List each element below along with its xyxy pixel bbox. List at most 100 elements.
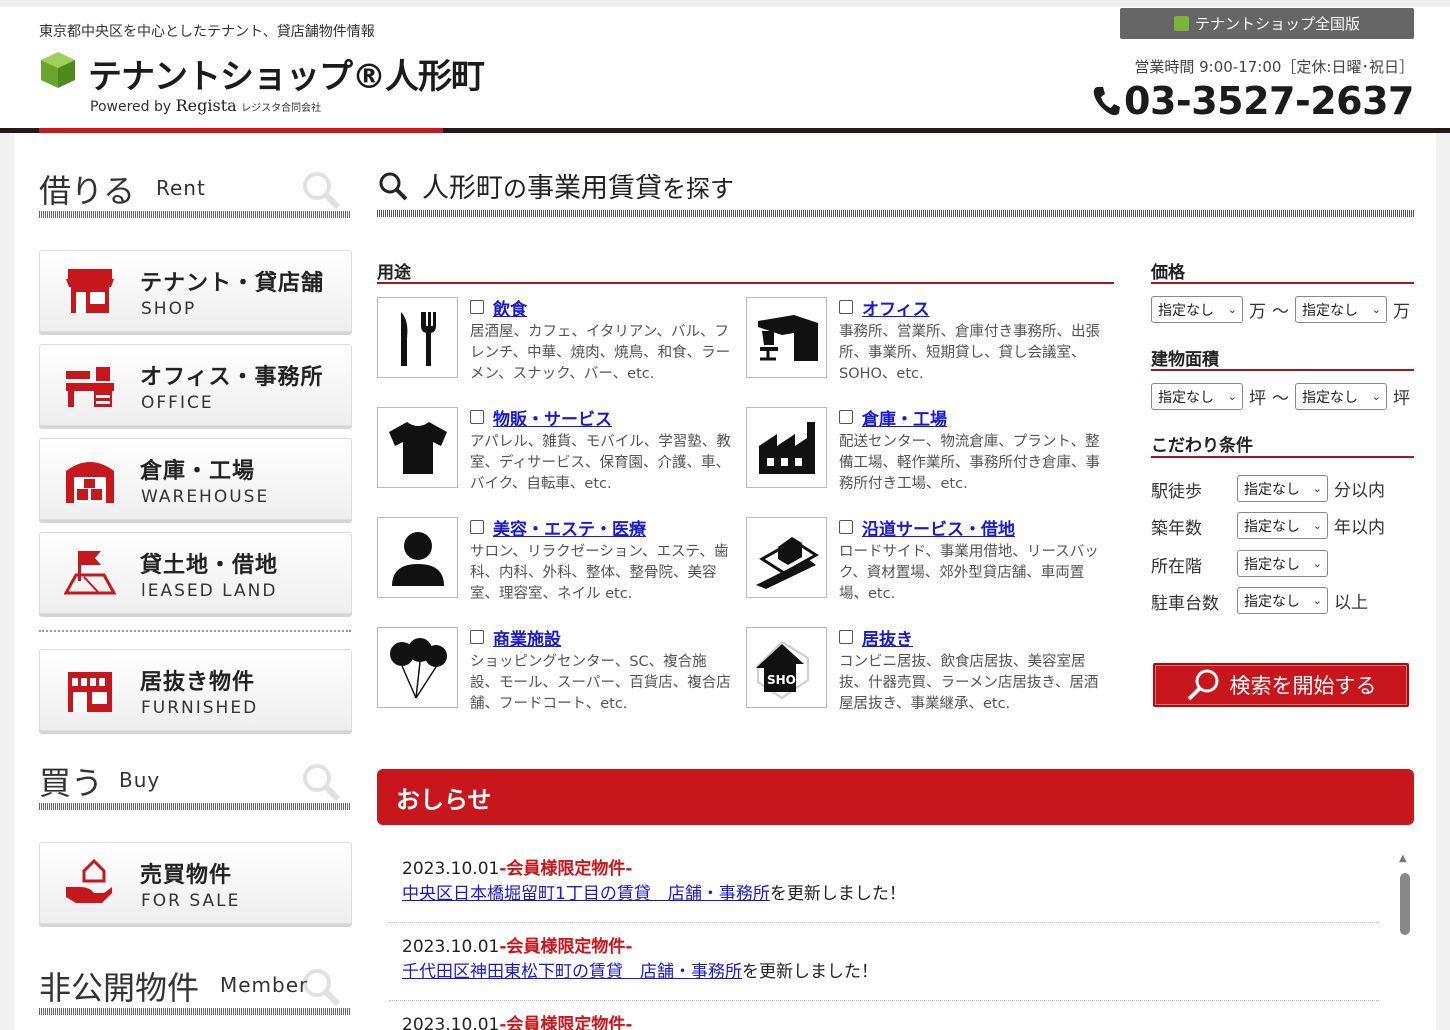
usage-checkbox[interactable] bbox=[470, 520, 484, 534]
select-value: 指定なし bbox=[1244, 481, 1300, 498]
sidebar-item-title: オフィス・事務所 bbox=[140, 365, 324, 390]
title-particle: の bbox=[503, 175, 527, 203]
phone-number[interactable]: 03-3527-2637 bbox=[1092, 79, 1414, 123]
magnifier-icon bbox=[303, 172, 341, 210]
usage-icon-box[interactable] bbox=[746, 407, 827, 488]
cond-label-parking: 駐車台数 bbox=[1151, 594, 1219, 614]
news-item: 2023.10.01-会員様限定物件- bbox=[402, 1013, 1362, 1030]
site-logo[interactable]: テナントショップ®人形町 bbox=[88, 49, 485, 98]
sidebar-item-title: 居抜き物件 bbox=[140, 670, 256, 695]
heading-rule bbox=[39, 211, 351, 218]
usage-icon-box[interactable]: SHOP bbox=[746, 627, 827, 708]
usage-name-link[interactable]: 倉庫・工場 bbox=[862, 405, 947, 430]
cond-label-age: 築年数 bbox=[1151, 519, 1202, 539]
scroll-up-icon[interactable]: ▲ bbox=[1399, 853, 1407, 864]
usage-icon-box[interactable] bbox=[377, 517, 458, 598]
search-icon bbox=[379, 172, 408, 200]
usage-checkbox[interactable] bbox=[470, 300, 484, 314]
usage-icon-box[interactable] bbox=[746, 297, 827, 378]
usage-checkbox[interactable] bbox=[839, 520, 853, 534]
usage-name-link[interactable]: 飲食 bbox=[493, 295, 527, 320]
news-header: おしらせ bbox=[377, 769, 1414, 825]
sidebar-item-warehouse[interactable]: 倉庫・工場 WAREHOUSE bbox=[39, 438, 352, 520]
news-link[interactable]: 千代田区神田東松下町の賃貸 店舗・事務所 bbox=[402, 962, 742, 982]
usage-icon-box[interactable] bbox=[746, 517, 827, 598]
usage-item-retail: 物販・サービス アパレル、雑貨、モバイル、学習塾、教室、ディサービス、保育園、介… bbox=[377, 407, 737, 502]
top-strip bbox=[0, 0, 1450, 7]
news-separator bbox=[389, 1000, 1379, 1001]
news-tag: -会員様限定物件- bbox=[499, 859, 633, 879]
usage-checkbox[interactable] bbox=[839, 410, 853, 424]
area-min-select[interactable]: 指定なし ⌄ bbox=[1151, 383, 1243, 410]
chevron-down-icon: ⌄ bbox=[1227, 303, 1237, 316]
usage-rule bbox=[377, 282, 1114, 284]
powered-by: Powered by Regista レジスタ合同会社 bbox=[90, 96, 321, 115]
conditions-rule bbox=[1151, 456, 1414, 458]
floor-select[interactable]: 指定なし ⌄ bbox=[1237, 550, 1328, 577]
shop-house-icon: SHOP bbox=[755, 640, 809, 699]
price-label: 価格 bbox=[1151, 263, 1185, 283]
usage-name-link[interactable]: 居抜き bbox=[862, 625, 913, 650]
buy-heading-en: Buy bbox=[119, 768, 161, 792]
usage-icon-box[interactable] bbox=[377, 297, 458, 378]
usage-checkbox[interactable] bbox=[839, 300, 853, 314]
sidebar-item-office[interactable]: オフィス・事務所 OFFICE bbox=[39, 344, 352, 426]
title-subject: 事業用賃貸 bbox=[527, 173, 662, 204]
price-min-select[interactable]: 指定なし ⌄ bbox=[1151, 296, 1243, 323]
usage-item-roadside: 沿道サービス・借地 ロードサイド、事業用借地、リースバック、資材置場、郊外型貸店… bbox=[746, 517, 1106, 612]
fork-knife-icon bbox=[400, 311, 436, 366]
sidebar-item-sub: OFFICE bbox=[141, 393, 214, 413]
usage-item-warehouse: 倉庫・工場 配送センター、物流倉庫、プラント、整備工場、軽作業所、事務所付き倉庫… bbox=[746, 407, 1106, 502]
news-separator bbox=[389, 922, 1379, 923]
usage-name-link[interactable]: オフィス bbox=[862, 295, 930, 320]
usage-checkbox[interactable] bbox=[470, 630, 484, 644]
parking-select[interactable]: 指定なし ⌄ bbox=[1237, 587, 1328, 614]
area-rule bbox=[1151, 369, 1414, 371]
usage-icon-box[interactable] bbox=[377, 407, 458, 488]
walk-select[interactable]: 指定なし ⌄ bbox=[1237, 475, 1328, 502]
usage-item-beauty: 美容・エステ・医療 サロン、リラクゼーション、エステ、歯科、内科、外科、整体、整… bbox=[377, 517, 737, 612]
sidebar-item-land[interactable]: 貸土地・借地 lEASED LAND bbox=[39, 532, 352, 614]
usage-description: アパレル、雑貨、モバイル、学習塾、教室、ディサービス、保育園、介護、車、バイク、… bbox=[470, 434, 731, 492]
age-select[interactable]: 指定なし ⌄ bbox=[1237, 512, 1328, 539]
area-max-select[interactable]: 指定なし ⌄ bbox=[1295, 383, 1387, 410]
scrollbar-thumb[interactable] bbox=[1400, 873, 1410, 935]
furnished-store-icon bbox=[68, 672, 112, 712]
sidebar-item-furnished[interactable]: 居抜き物件 FURNISHED bbox=[39, 649, 352, 731]
national-site-button[interactable]: テナントショップ全国版 bbox=[1120, 8, 1414, 39]
powered-company: レジスタ合同会社 bbox=[241, 103, 322, 114]
chevron-down-icon: ⌄ bbox=[1312, 519, 1322, 532]
heading-rule bbox=[39, 1008, 351, 1015]
sidebar-item-shop[interactable]: テナント・貸店舗 SHOP bbox=[39, 250, 352, 332]
news-date: 2023.10.01 bbox=[402, 859, 500, 879]
member-heading-jp: 非公開物件 bbox=[39, 969, 200, 1007]
conditions-label: こだわり条件 bbox=[1151, 436, 1253, 456]
sidebar-item-title: 倉庫・工場 bbox=[140, 459, 256, 484]
buy-heading-jp: 買う bbox=[39, 764, 104, 802]
usage-name-link[interactable]: 沿道サービス・借地 bbox=[862, 515, 1015, 540]
tshirt-icon bbox=[388, 421, 447, 474]
usage-checkbox[interactable] bbox=[470, 410, 484, 424]
range-tilde: 〜 bbox=[1272, 389, 1289, 409]
usage-name-link[interactable]: 美容・エステ・医療 bbox=[493, 515, 646, 540]
price-max-select[interactable]: 指定なし ⌄ bbox=[1295, 296, 1387, 323]
news-scrollbar[interactable]: ▲ bbox=[1398, 851, 1412, 1030]
phone-number-text: 03-3527-2637 bbox=[1124, 79, 1414, 123]
powered-brand: Regista bbox=[175, 96, 237, 115]
office-desk-icon bbox=[757, 314, 818, 361]
usage-name-link[interactable]: 物販・サービス bbox=[493, 405, 612, 430]
warehouse-icon bbox=[66, 462, 114, 503]
balloons-icon bbox=[389, 637, 447, 698]
select-value: 指定なし bbox=[1302, 389, 1358, 406]
sidebar-item-for-sale[interactable]: 売買物件 FOR SALE bbox=[39, 842, 352, 924]
usage-checkbox[interactable] bbox=[839, 630, 853, 644]
news-link[interactable]: 中央区日本橋堀留町1丁目の賃貸 店舗・事務所 bbox=[402, 884, 770, 904]
search-start-button[interactable]: 検索を開始する bbox=[1153, 663, 1409, 707]
usage-name-link[interactable]: 商業施設 bbox=[493, 625, 561, 650]
national-site-label: テナントショップ全国版 bbox=[1194, 15, 1360, 33]
powered-prefix: Powered by bbox=[90, 99, 172, 115]
page-title: 人形町の事業用賃貸を探す bbox=[378, 166, 734, 205]
usage-icon-box[interactable] bbox=[377, 627, 458, 708]
cond-walk: 指定なし ⌄ 分以内 bbox=[1237, 475, 1385, 502]
news-date: 2023.10.01 bbox=[402, 937, 500, 957]
